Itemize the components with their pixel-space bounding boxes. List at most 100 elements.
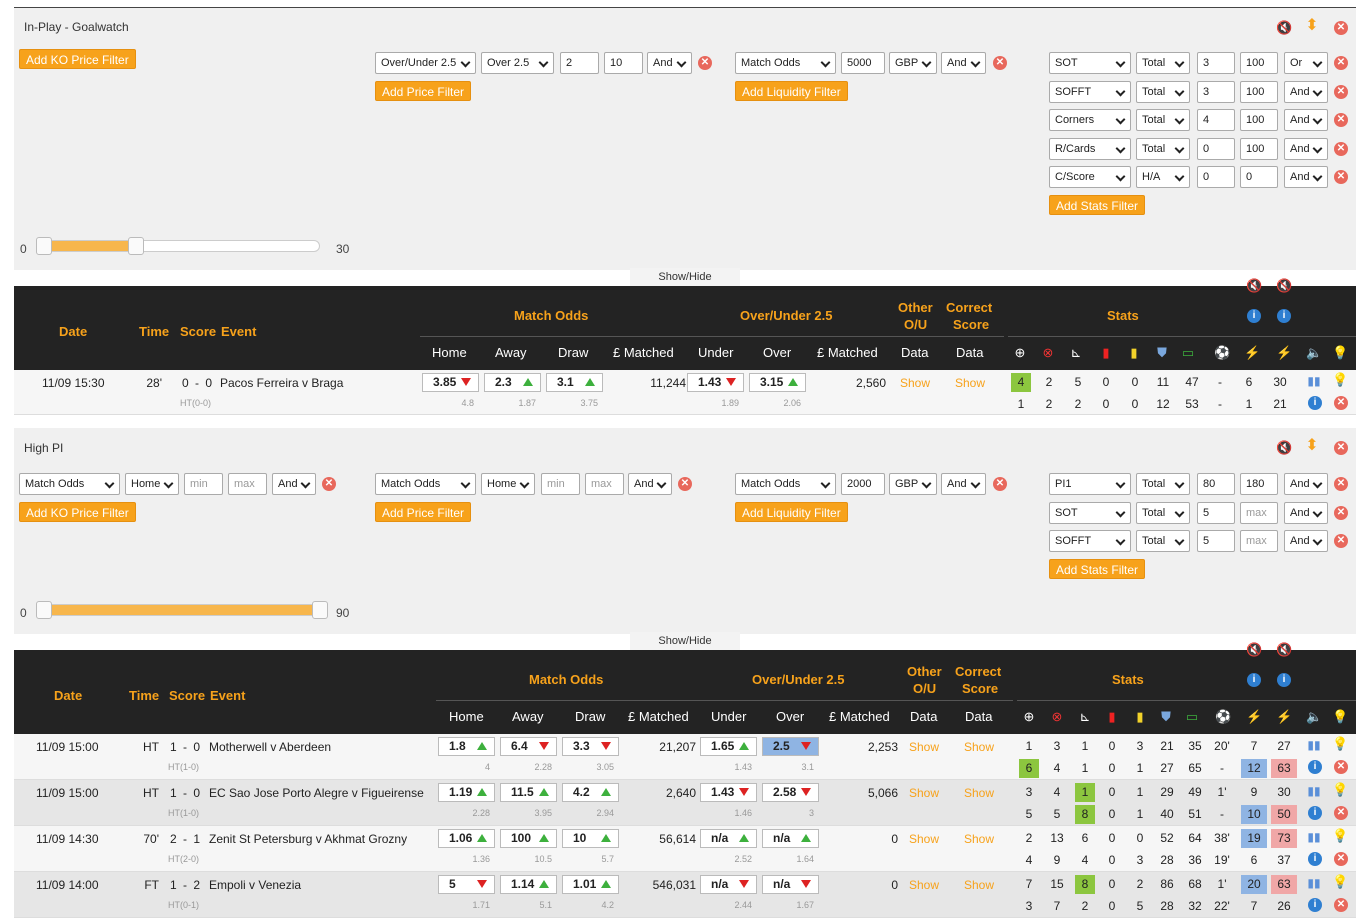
stat-max-input[interactable]: 180 bbox=[1240, 473, 1278, 495]
remove-stat-filter-icon[interactable]: ✕ bbox=[1334, 84, 1348, 99]
price-selection-select[interactable]: Over 2.5 bbox=[481, 52, 554, 74]
slider-high-handle[interactable] bbox=[128, 237, 144, 255]
pitch-icon[interactable]: ▭ bbox=[1180, 345, 1196, 361]
chart-icon[interactable]: ▮▮ bbox=[1306, 829, 1322, 845]
stat-scope-select[interactable]: Total bbox=[1136, 109, 1190, 131]
table-row[interactable]: 11/09 15:30 28' 0 - 0 Pacos Ferreira v Brag… bbox=[14, 370, 1356, 415]
add-ko-price-filter-button[interactable]: Add KO Price Filter bbox=[19, 502, 136, 522]
chart-icon[interactable]: ▮▮ bbox=[1306, 373, 1322, 389]
info-icon[interactable]: i bbox=[1308, 760, 1322, 774]
liquidity-market-select[interactable]: Match Odds bbox=[735, 52, 836, 74]
ball-icon[interactable]: ⚽ bbox=[1214, 345, 1230, 361]
pitch-icon[interactable]: ▭ bbox=[1184, 709, 1200, 725]
stat-min-input[interactable]: 5 bbox=[1197, 530, 1235, 552]
stat-scope-select[interactable]: H/A bbox=[1136, 166, 1190, 188]
info-icon[interactable]: i bbox=[1277, 673, 1291, 687]
sort-icon[interactable]: ⬍ bbox=[1304, 438, 1320, 454]
row-event[interactable]: EC Sao Jose Porto Alegre v Figueirense bbox=[209, 786, 424, 800]
stat-op-select[interactable]: And bbox=[1284, 109, 1328, 131]
info-icon[interactable]: i bbox=[1308, 806, 1322, 820]
bulb-icon[interactable]: 💡 bbox=[1332, 345, 1348, 361]
table-row[interactable]: 11/09 14:00 FT 1 - 2 Empoli v Venezia HT(0-1… bbox=[14, 872, 1356, 918]
row-event[interactable]: Zenit St Petersburg v Akhmat Grozny bbox=[209, 832, 407, 846]
info-icon[interactable]: i bbox=[1308, 852, 1322, 866]
stat-min-input[interactable]: 4 bbox=[1197, 109, 1235, 131]
stat-scope-select[interactable]: Total bbox=[1136, 473, 1190, 495]
stat-select[interactable]: R/Cards bbox=[1049, 137, 1131, 160]
col-date[interactable]: Date bbox=[59, 324, 87, 339]
remove-stat-filter-icon[interactable]: ✕ bbox=[1334, 113, 1348, 127]
col-event[interactable]: Event bbox=[221, 324, 256, 339]
close-panel-icon[interactable]: ✕ bbox=[1334, 441, 1348, 455]
show-hide-toggle[interactable]: Show/Hide bbox=[630, 632, 740, 650]
add-liquidity-filter-button[interactable]: Add Liquidity Filter bbox=[735, 502, 848, 522]
ko-min-input[interactable]: min bbox=[184, 473, 223, 495]
stat-min-input[interactable]: 0 bbox=[1197, 137, 1235, 160]
target-icon[interactable]: ⊗ bbox=[1049, 709, 1065, 725]
crosshair-icon[interactable]: ⊕ bbox=[1012, 345, 1028, 361]
stat-max-input[interactable]: 100 bbox=[1240, 137, 1278, 160]
close-panel-icon[interactable]: ✕ bbox=[1334, 21, 1348, 35]
chart-icon[interactable]: ▮▮ bbox=[1306, 737, 1322, 753]
add-stats-filter-button[interactable]: Add Stats Filter bbox=[1049, 195, 1146, 215]
corner-flag-icon[interactable]: ⊾ bbox=[1077, 709, 1093, 725]
sound-off-icon[interactable]: 🔇 bbox=[1246, 278, 1262, 294]
liquidity-op-select[interactable]: And bbox=[941, 473, 986, 495]
remove-stat-filter-icon[interactable]: ✕ bbox=[1334, 534, 1348, 548]
lightning-icon[interactable]: ⚡ bbox=[1246, 709, 1262, 725]
target-icon[interactable]: ⊗ bbox=[1040, 345, 1056, 361]
shield-icon[interactable]: ⛊ bbox=[1154, 345, 1170, 361]
other-ou-show-link[interactable]: Show bbox=[900, 376, 930, 390]
remove-liquidity-filter-icon[interactable]: ✕ bbox=[993, 477, 1007, 491]
bulb-icon[interactable]: 💡 bbox=[1332, 782, 1348, 798]
bulb-icon[interactable]: 💡 bbox=[1332, 828, 1348, 844]
stat-scope-select[interactable]: Total bbox=[1136, 501, 1190, 524]
col-home[interactable]: Home bbox=[432, 345, 467, 360]
col-matched[interactable]: £ Matched bbox=[628, 709, 689, 724]
stat-min-input[interactable]: 0 bbox=[1197, 166, 1235, 188]
stat-scope-select[interactable]: Total bbox=[1136, 80, 1190, 103]
info-icon[interactable]: i bbox=[1247, 673, 1261, 687]
col-draw[interactable]: Draw bbox=[558, 345, 588, 360]
lightning-red-icon[interactable]: ⚡ bbox=[1276, 345, 1292, 361]
sound-off-icon[interactable]: 🔇 bbox=[1246, 642, 1262, 658]
table-row[interactable]: 11/09 14:30 70' 2 - 1 Zenit St Petersburg v… bbox=[14, 826, 1356, 872]
remove-stat-filter-icon[interactable]: ✕ bbox=[1334, 170, 1348, 184]
remove-row-icon[interactable]: ✕ bbox=[1334, 852, 1348, 866]
stat-scope-select[interactable]: Total bbox=[1136, 52, 1190, 74]
liquidity-currency-select[interactable]: GBP bbox=[889, 52, 937, 74]
col-away[interactable]: Away bbox=[495, 345, 527, 360]
price-op-select[interactable]: And bbox=[628, 473, 672, 495]
stat-select[interactable]: SOT bbox=[1049, 52, 1131, 74]
stat-max-input[interactable]: max bbox=[1240, 530, 1278, 552]
sound-icon[interactable]: 🔈 bbox=[1306, 709, 1322, 725]
slider-low-handle[interactable] bbox=[36, 601, 52, 619]
bulb-icon[interactable]: 💡 bbox=[1332, 709, 1348, 725]
price-min-input[interactable]: 2 bbox=[560, 52, 599, 74]
liquidity-amount-input[interactable]: 5000 bbox=[841, 52, 885, 74]
add-liquidity-filter-button[interactable]: Add Liquidity Filter bbox=[735, 81, 848, 101]
price-selection-select[interactable]: Home bbox=[481, 473, 535, 495]
price-market-select[interactable]: Match Odds bbox=[375, 473, 476, 495]
stat-select[interactable]: SOFFT bbox=[1049, 530, 1131, 552]
col-score[interactable]: Score bbox=[180, 324, 216, 339]
other-ou-show-link[interactable]: Show bbox=[909, 740, 939, 754]
add-price-filter-button[interactable]: Add Price Filter bbox=[375, 502, 472, 522]
info-icon[interactable]: i bbox=[1247, 309, 1261, 323]
col-under[interactable]: Under bbox=[711, 709, 746, 724]
stat-select[interactable]: SOFFT bbox=[1049, 80, 1131, 103]
add-ko-price-filter-button[interactable]: Add KO Price Filter bbox=[19, 49, 136, 69]
col-time[interactable]: Time bbox=[129, 688, 159, 703]
remove-liquidity-filter-icon[interactable]: ✕ bbox=[993, 56, 1007, 70]
price-min-input[interactable]: min bbox=[541, 473, 580, 495]
table-row[interactable]: 11/09 15:00 HT 1 - 0 Motherwell v Aberdeen H… bbox=[14, 734, 1356, 780]
info-icon[interactable]: i bbox=[1277, 309, 1291, 323]
remove-stat-filter-icon[interactable]: ✕ bbox=[1334, 56, 1348, 70]
col-matched[interactable]: £ Matched bbox=[613, 345, 674, 360]
info-icon[interactable]: i bbox=[1308, 396, 1322, 410]
liquidity-amount-input[interactable]: 2000 bbox=[841, 473, 885, 495]
other-ou-show-link[interactable]: Show bbox=[909, 878, 939, 892]
stat-op-select[interactable]: Or bbox=[1284, 52, 1328, 74]
sound-off-icon[interactable]: 🔇 bbox=[1276, 278, 1292, 294]
chart-icon[interactable]: ▮▮ bbox=[1306, 875, 1322, 891]
